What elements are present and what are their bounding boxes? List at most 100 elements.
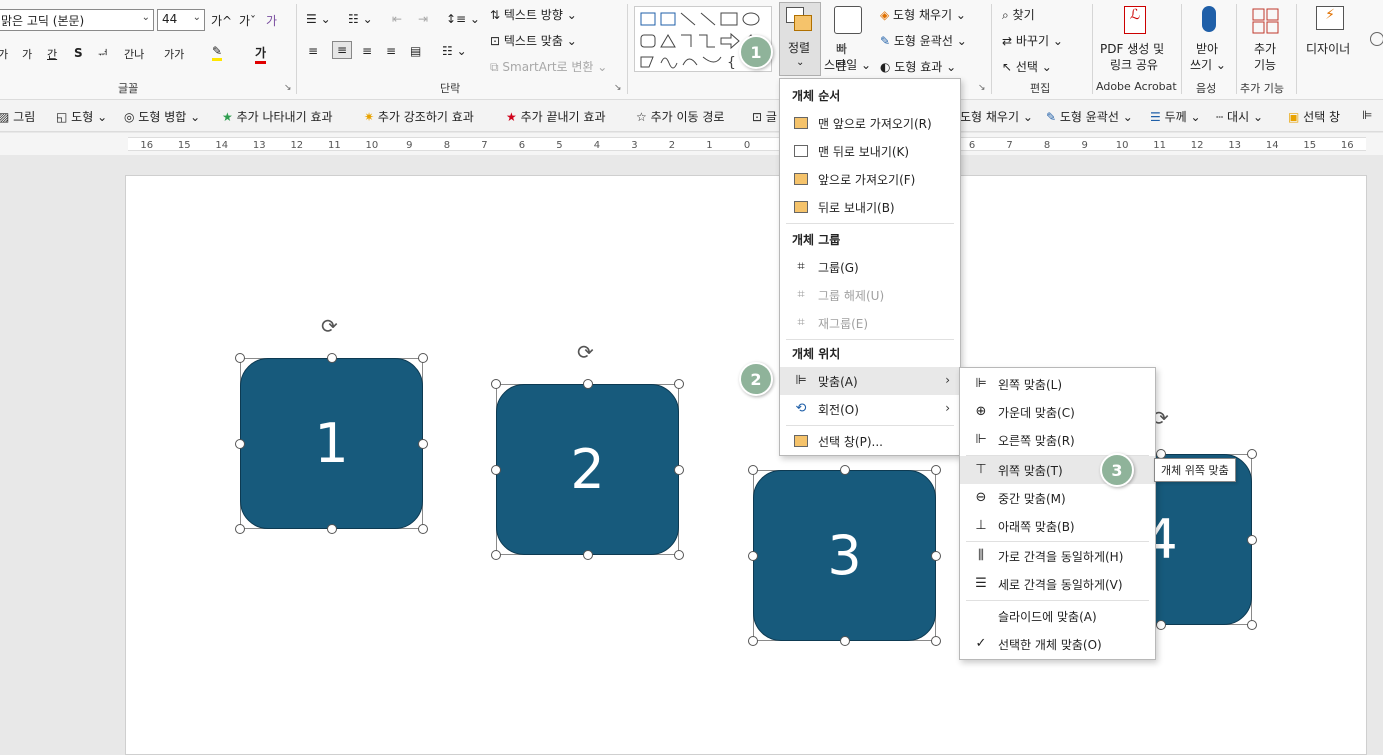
shadow-button[interactable]: S <box>74 46 83 60</box>
rotate-item[interactable]: ⟲ 회전(O) › <box>780 395 960 423</box>
distribute-vertical-item[interactable]: ☰ 세로 간격을 동일하게(V) <box>960 570 1155 598</box>
qb-shape-fill[interactable]: 도형 채우기 ⌄ <box>960 108 1033 125</box>
resize-handle[interactable] <box>326 524 337 534</box>
text-align-button[interactable]: ⊡ 텍스트 맞춤 ⌄ <box>490 32 577 49</box>
resize-handle[interactable] <box>1247 449 1257 459</box>
group-item[interactable]: ⌗ 그룹(G) <box>780 253 960 281</box>
align-right-item[interactable]: ⊩ 오른쪽 맞춤(R) <box>960 426 1155 454</box>
qb-weight[interactable]: ☰ 두께 ⌄ <box>1150 108 1201 125</box>
clear-format-button[interactable]: 가 <box>266 12 277 29</box>
qb-emphasis-effect[interactable]: ✷ 추가 강조하기 효과 <box>364 108 474 125</box>
resize-handle[interactable] <box>931 465 941 475</box>
qb-text[interactable]: ⊡ 글 <box>752 108 777 125</box>
underline-button[interactable]: 간 <box>47 46 57 62</box>
resize-handle[interactable] <box>491 379 501 389</box>
resize-handle[interactable] <box>326 353 337 363</box>
align-middle-item[interactable]: ⊖ 중간 맞춤(M) <box>960 484 1155 512</box>
bring-forward-item[interactable]: 앞으로 가져오기(F) <box>780 165 960 193</box>
change-case-button[interactable]: 가가 <box>164 46 184 62</box>
resize-handle[interactable] <box>839 465 850 475</box>
resize-handle[interactable] <box>1247 534 1257 545</box>
grow-font-button[interactable]: 가^ <box>211 12 232 29</box>
justify-icon[interactable]: ≡ <box>386 44 396 58</box>
qb-dash[interactable]: ┄ 대시 ⌄ <box>1216 108 1263 125</box>
shrink-font-button[interactable]: 가ˇ <box>239 12 256 29</box>
qb-shape-outline[interactable]: ✎ 도형 윤곽선 ⌄ <box>1046 108 1133 125</box>
resize-handle[interactable] <box>931 636 941 646</box>
highlight-icon[interactable]: ✎ <box>212 44 223 61</box>
arrange-button[interactable]: 정렬 ⌄ <box>779 2 821 76</box>
resize-handle[interactable] <box>235 524 245 534</box>
qb-entrance-effect[interactable]: ★ 추가 나타내기 효과 <box>222 108 333 125</box>
distributed-icon[interactable]: ▤ <box>410 44 421 58</box>
shape-2[interactable]: 2 <box>496 384 679 555</box>
shape-outline-button[interactable]: ✎ 도형 윤곽선 ⌄ <box>880 32 967 49</box>
resize-handle[interactable] <box>235 438 245 449</box>
font-color-button[interactable]: 가 <box>255 44 267 64</box>
qb-picture[interactable]: ▨ 그림 <box>0 108 35 125</box>
shape-fill-button[interactable]: ◈ 도형 채우기 ⌄ <box>880 6 966 23</box>
resize-handle[interactable] <box>491 550 501 560</box>
qb-selection-pane[interactable]: ▣ 선택 창 <box>1288 108 1340 125</box>
italic-button[interactable]: 가 <box>22 46 32 62</box>
resize-handle[interactable] <box>674 464 684 475</box>
resize-handle[interactable] <box>491 464 501 475</box>
resize-handle[interactable] <box>418 524 428 534</box>
text-direction-button[interactable]: ⇅ 텍스트 방향 ⌄ <box>490 6 577 23</box>
resize-handle[interactable] <box>839 636 850 646</box>
qb-merge-shapes[interactable]: ◎ 도형 병합 ⌄ <box>124 108 200 125</box>
resize-handle[interactable] <box>418 353 428 363</box>
align-left-item[interactable]: ⊫ 왼쪽 맞춤(L) <box>960 370 1155 398</box>
distribute-horizontal-item[interactable]: ⫼ 가로 간격을 동일하게(H) <box>960 542 1155 570</box>
rotate-handle-icon[interactable]: ⟳ <box>577 340 594 364</box>
smartart-button[interactable]: ⧉ SmartArt로 변환 ⌄ <box>490 58 607 75</box>
resize-handle[interactable] <box>418 438 428 449</box>
numbering-icon[interactable]: ☷ ⌄ <box>348 12 373 26</box>
shape-3[interactable]: 3 <box>753 470 936 641</box>
resize-handle[interactable] <box>1155 620 1166 630</box>
find-button[interactable]: ⌕ 찾기 <box>1002 6 1035 23</box>
send-backward-item[interactable]: 뒤로 보내기(B) <box>780 193 960 221</box>
ungroup-item[interactable]: ⌗ 그룹 해제(U) <box>780 281 960 309</box>
strikethrough-button[interactable]: ᆏ <box>98 46 108 62</box>
resize-handle[interactable] <box>582 379 593 389</box>
shape-1[interactable]: 1 <box>240 358 423 529</box>
resize-handle[interactable] <box>674 379 684 389</box>
bullets-icon[interactable]: ☰ ⌄ <box>306 12 331 26</box>
qb-motion-path[interactable]: ☆ 추가 이동 경로 <box>636 108 724 125</box>
resize-handle[interactable] <box>582 550 593 560</box>
columns-icon[interactable]: ☷ ⌄ <box>442 44 467 58</box>
resize-handle[interactable] <box>1247 620 1257 630</box>
align-center-icon[interactable]: ≡ <box>332 41 353 59</box>
qb-shape[interactable]: ◱ 도형 ⌄ <box>56 108 107 125</box>
resize-handle[interactable] <box>235 353 245 363</box>
line-spacing-icon[interactable]: ↕≡ ⌄ <box>446 12 480 26</box>
send-to-back-item[interactable]: 맨 뒤로 보내기(K) <box>780 137 960 165</box>
resize-handle[interactable] <box>674 550 684 560</box>
regroup-item[interactable]: ⌗ 재그룹(E) <box>780 309 960 337</box>
align-selected-item[interactable]: ✓ 선택한 개체 맞춤(O) <box>960 630 1155 658</box>
dialog-launcher-icon[interactable]: ↘ <box>284 83 292 93</box>
decrease-indent-icon[interactable]: ⇤ <box>392 12 402 26</box>
font-size-combo[interactable]: 44 ⌄ <box>157 9 205 31</box>
align-to-slide-item[interactable]: 슬라이드에 맞춤(A) <box>960 602 1155 630</box>
bold-button[interactable]: 가 <box>0 46 8 62</box>
char-spacing-button[interactable]: 간나 <box>124 46 144 62</box>
qb-align-icon[interactable]: ⊫ <box>1362 108 1372 122</box>
resize-handle[interactable] <box>748 550 758 561</box>
align-center-item[interactable]: ⊕ 가운데 맞춤(C) <box>960 398 1155 426</box>
resize-handle[interactable] <box>748 636 758 646</box>
align-right-icon[interactable]: ≡ <box>362 44 372 58</box>
dialog-launcher-icon[interactable]: ↘ <box>614 83 622 93</box>
font-name-combo[interactable]: 맑은 고딕 (본문) ⌄ <box>0 9 154 31</box>
selection-pane-item[interactable]: 선택 창(P)... <box>780 427 960 455</box>
align-item[interactable]: ⊫ 맞춤(A) › <box>780 367 960 395</box>
resize-handle[interactable] <box>931 550 941 561</box>
shape-effect-button[interactable]: ◐ 도형 효과 ⌄ <box>880 58 956 75</box>
select-button[interactable]: ↖ 선택 ⌄ <box>1002 58 1052 75</box>
replace-button[interactable]: ⇄ 바꾸기 ⌄ <box>1002 32 1063 49</box>
dialog-launcher-icon[interactable]: ↘ <box>978 83 986 93</box>
qb-exit-effect[interactable]: ★ 추가 끝내기 효과 <box>506 108 606 125</box>
rotate-handle-icon[interactable]: ⟳ <box>321 314 338 338</box>
align-bottom-item[interactable]: ⊥ 아래쪽 맞춤(B) <box>960 512 1155 540</box>
